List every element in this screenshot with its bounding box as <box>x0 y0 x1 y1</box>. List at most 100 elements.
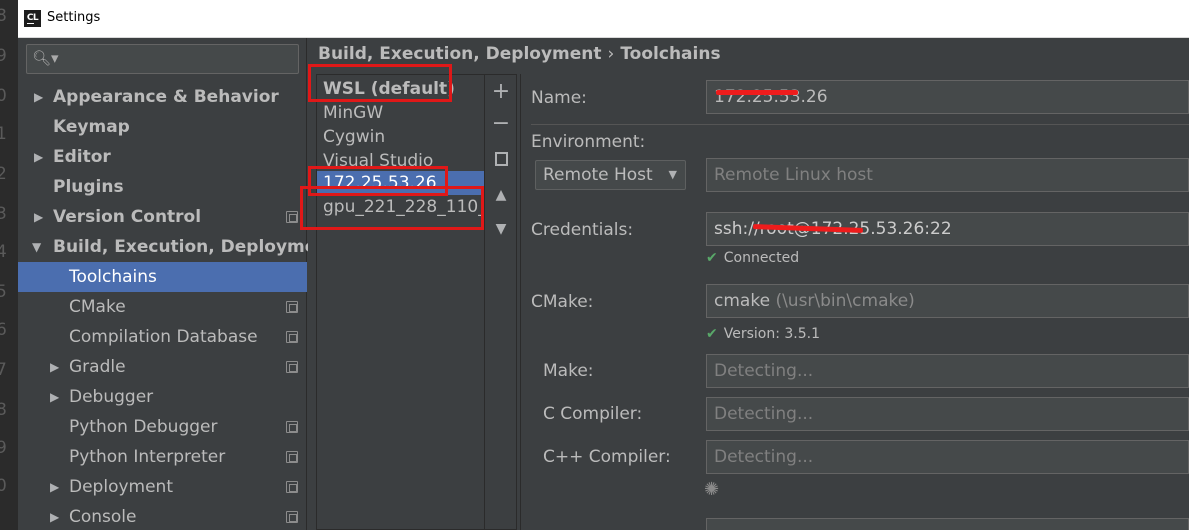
settings-sidebar: 🔍︎▾ ▶ Appearance & Behavior Keymap ▶ Edi… <box>18 38 337 530</box>
credentials-status: ✔ Connected <box>706 250 799 266</box>
sidebar-item-cmake[interactable]: CMake <box>18 292 307 322</box>
sidebar-item-label: Debugger <box>69 387 154 407</box>
make-field[interactable]: Detecting... <box>706 354 1189 388</box>
expand-arrow-icon: ▶ <box>50 390 60 404</box>
expand-arrow-icon: ▶ <box>34 90 44 104</box>
sidebar-item-label: CMake <box>69 297 126 317</box>
editor-gutter: 8 9 0 1 2 3 4 5 6 7 8 9 0 <box>0 0 18 530</box>
search-input[interactable]: 🔍︎▾ <box>26 44 299 74</box>
expand-arrow-icon: ▶ <box>50 510 60 524</box>
cmake-label: CMake: <box>531 292 594 312</box>
gutter-number: 1 <box>0 124 7 144</box>
gutter-number: 7 <box>0 360 7 380</box>
sidebar-item-plugins[interactable]: Plugins <box>18 172 307 202</box>
search-icon: 🔍︎▾ <box>32 49 59 67</box>
name-label: Name: <box>531 88 587 108</box>
loading-spinner-icon: ✺ <box>704 479 720 500</box>
breadcrumb: Build, Execution, Deployment › Toolchains <box>318 44 721 64</box>
title-bar[interactable]: CL Settings <box>18 0 1189 38</box>
toolchain-list: WSL (default) MinGW Cygwin Visual Studio… <box>316 74 485 530</box>
cmake-path: (\usr\bin\cmake) <box>775 291 915 311</box>
sidebar-item-label: Console <box>69 507 137 527</box>
c-compiler-label: C Compiler: <box>543 404 643 424</box>
sidebar-item-label: Compilation Database <box>69 327 258 347</box>
sidebar-item-label: Python Interpreter <box>69 447 226 467</box>
move-down-button[interactable]: ▼ <box>485 221 517 237</box>
gutter-number: 9 <box>0 46 7 66</box>
check-icon: ✔ <box>706 326 718 342</box>
cmake-value: cmake <box>714 291 771 311</box>
sidebar-item-keymap[interactable]: Keymap <box>18 112 307 142</box>
collapse-arrow-icon: ▼ <box>32 240 42 254</box>
sidebar-item-label: Python Debugger <box>69 417 218 437</box>
credentials-status-text: Connected <box>723 250 800 266</box>
cmake-status-text: Version: 3.5.1 <box>723 326 821 342</box>
window-title: Settings <box>47 10 101 25</box>
gutter-number: 3 <box>0 204 7 224</box>
gutter-number: 9 <box>0 438 7 458</box>
sidebar-item-gradle[interactable]: ▶ Gradle <box>18 352 307 382</box>
gutter-number: 0 <box>0 476 7 496</box>
settings-window: CL Settings 🔍︎▾ ▶ Appearance & Behavior … <box>18 0 1189 530</box>
add-toolchain-button[interactable]: + <box>485 79 517 104</box>
gutter-number: 0 <box>0 86 7 106</box>
gutter-number: 2 <box>0 164 7 184</box>
name-field[interactable]: 172.25.53.26 <box>706 80 1189 114</box>
sidebar-item-python-debugger[interactable]: Python Debugger <box>18 412 307 442</box>
sidebar-item-appearance[interactable]: ▶ Appearance & Behavior <box>18 82 307 112</box>
cmake-field[interactable]: cmake (\usr\bin\cmake) <box>706 284 1189 318</box>
environment-label: Environment: <box>531 132 646 152</box>
clion-logo-icon: CL <box>24 10 41 27</box>
debugger-field[interactable] <box>706 518 1189 530</box>
toolchain-item-mingw[interactable]: MinGW <box>317 101 484 125</box>
sidebar-item-label: Editor <box>53 147 111 167</box>
sidebar-item-editor[interactable]: ▶ Editor <box>18 142 307 172</box>
remote-host-field[interactable]: Remote Linux host <box>706 158 1189 192</box>
sidebar-item-console[interactable]: ▶ Console <box>18 502 307 530</box>
project-scope-icon <box>286 301 298 313</box>
environment-select-value: Remote Host <box>543 165 653 185</box>
project-scope-icon <box>286 451 298 463</box>
toolchain-item-cygwin[interactable]: Cygwin <box>317 125 484 149</box>
gutter-number: 5 <box>0 282 7 302</box>
separator <box>531 124 1189 125</box>
sidebar-item-label: Keymap <box>53 117 130 137</box>
cpp-compiler-field[interactable]: Detecting... <box>706 440 1189 474</box>
environment-select[interactable]: Remote Host ▼ <box>535 160 686 190</box>
sidebar-item-deployment[interactable]: ▶ Deployment <box>18 472 307 502</box>
sidebar-item-debugger[interactable]: ▶ Debugger <box>18 382 307 412</box>
sidebar-item-label: Gradle <box>69 357 126 377</box>
project-scope-icon <box>286 481 298 493</box>
annotation-box <box>308 64 452 102</box>
c-compiler-field[interactable]: Detecting... <box>706 397 1189 431</box>
project-scope-icon <box>286 361 298 373</box>
breadcrumb-parent: Build, Execution, Deployment <box>318 44 602 64</box>
breadcrumb-current: Toolchains <box>620 44 721 64</box>
sidebar-item-toolchains[interactable]: Toolchains <box>18 262 307 292</box>
gutter-number: 6 <box>0 320 7 340</box>
chevron-down-icon: ▼ <box>668 168 677 181</box>
cpp-compiler-label: C++ Compiler: <box>543 447 671 467</box>
toolchain-toolbar: + − ▲ ▼ <box>485 74 517 530</box>
remove-toolchain-button[interactable]: − <box>485 111 517 136</box>
expand-arrow-icon: ▶ <box>50 360 60 374</box>
breadcrumb-separator: › <box>607 44 615 64</box>
sidebar-item-label: Appearance & Behavior <box>53 87 279 107</box>
gutter-number: 4 <box>0 242 7 262</box>
make-label: Make: <box>543 361 594 381</box>
copy-toolchain-button[interactable] <box>485 151 517 170</box>
sidebar-item-compilation-database[interactable]: Compilation Database <box>18 322 307 352</box>
sidebar-item-build-execution-deployment[interactable]: ▼ Build, Execution, Deployment <box>18 232 337 262</box>
redaction-mark <box>716 90 798 95</box>
cmake-status: ✔ Version: 3.5.1 <box>706 326 820 342</box>
project-scope-icon <box>286 331 298 343</box>
sidebar-item-version-control[interactable]: ▶ Version Control <box>18 202 307 232</box>
move-up-button[interactable]: ▲ <box>485 187 517 203</box>
expand-arrow-icon: ▶ <box>34 150 44 164</box>
credentials-label: Credentials: <box>531 220 634 240</box>
sidebar-item-python-interpreter[interactable]: Python Interpreter <box>18 442 307 472</box>
expand-arrow-icon: ▶ <box>50 480 60 494</box>
check-icon: ✔ <box>706 250 718 266</box>
settings-content: Build, Execution, Deployment › Toolchains … <box>300 38 1189 530</box>
panel-divider <box>520 74 521 530</box>
